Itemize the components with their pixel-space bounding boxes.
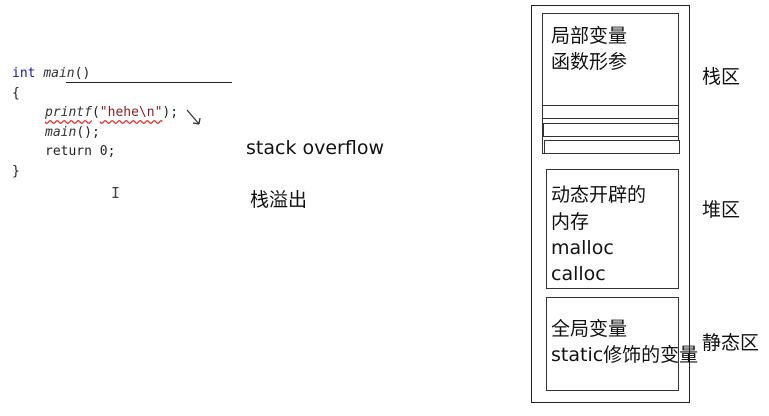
- code-line-1: int main(): [12, 64, 178, 84]
- code-line-4: main();: [12, 123, 178, 143]
- handwritten-underline: [66, 82, 232, 83]
- stack-frame-1: [542, 105, 679, 119]
- stack-frame-3: [544, 140, 680, 154]
- string-literal: "hehe\n": [99, 105, 163, 120]
- code-close-paren: );: [162, 105, 179, 120]
- function-name-main: main: [43, 66, 75, 81]
- stack-region-label: 栈区: [702, 66, 741, 88]
- code-call-parens: ();: [76, 124, 100, 140]
- heap-box-text-2: 内存: [551, 211, 590, 233]
- function-printf: printf: [45, 105, 92, 120]
- static-region-label: 静态区: [702, 332, 760, 354]
- text-cursor-icon: I: [111, 184, 121, 202]
- stack-overflow-cn-note: 栈溢出: [250, 189, 308, 211]
- stack-box-text-2: 函数形参: [551, 51, 628, 73]
- code-line-6: }: [12, 163, 20, 179]
- return-value: 0;: [91, 144, 116, 159]
- code-line-2: {: [12, 85, 20, 101]
- code-line-3: printf("hehe\n");: [12, 103, 178, 123]
- stack-frame-2: [543, 123, 679, 137]
- stack-overflow-note: stack overflow: [246, 137, 384, 159]
- heap-region-label: 堆区: [702, 199, 741, 221]
- heap-box-text-1: 动态开辟的: [551, 184, 647, 206]
- keyword-int: int: [12, 66, 36, 81]
- recursive-main-call: main: [45, 124, 77, 140]
- static-box-text-1: 全局变量: [551, 318, 628, 340]
- heap-box-text-4: calloc: [551, 263, 606, 285]
- heap-box-text-3: malloc: [551, 237, 614, 259]
- arrow-icon: [186, 109, 201, 125]
- stack-box-text-1: 局部变量: [551, 25, 628, 47]
- code-open-paren: (: [91, 105, 100, 120]
- code-parens: (): [74, 66, 91, 81]
- keyword-return: return: [45, 144, 92, 159]
- static-box-text-2: static修饰的变量: [551, 344, 699, 366]
- code-line-5: return 0;: [12, 142, 178, 162]
